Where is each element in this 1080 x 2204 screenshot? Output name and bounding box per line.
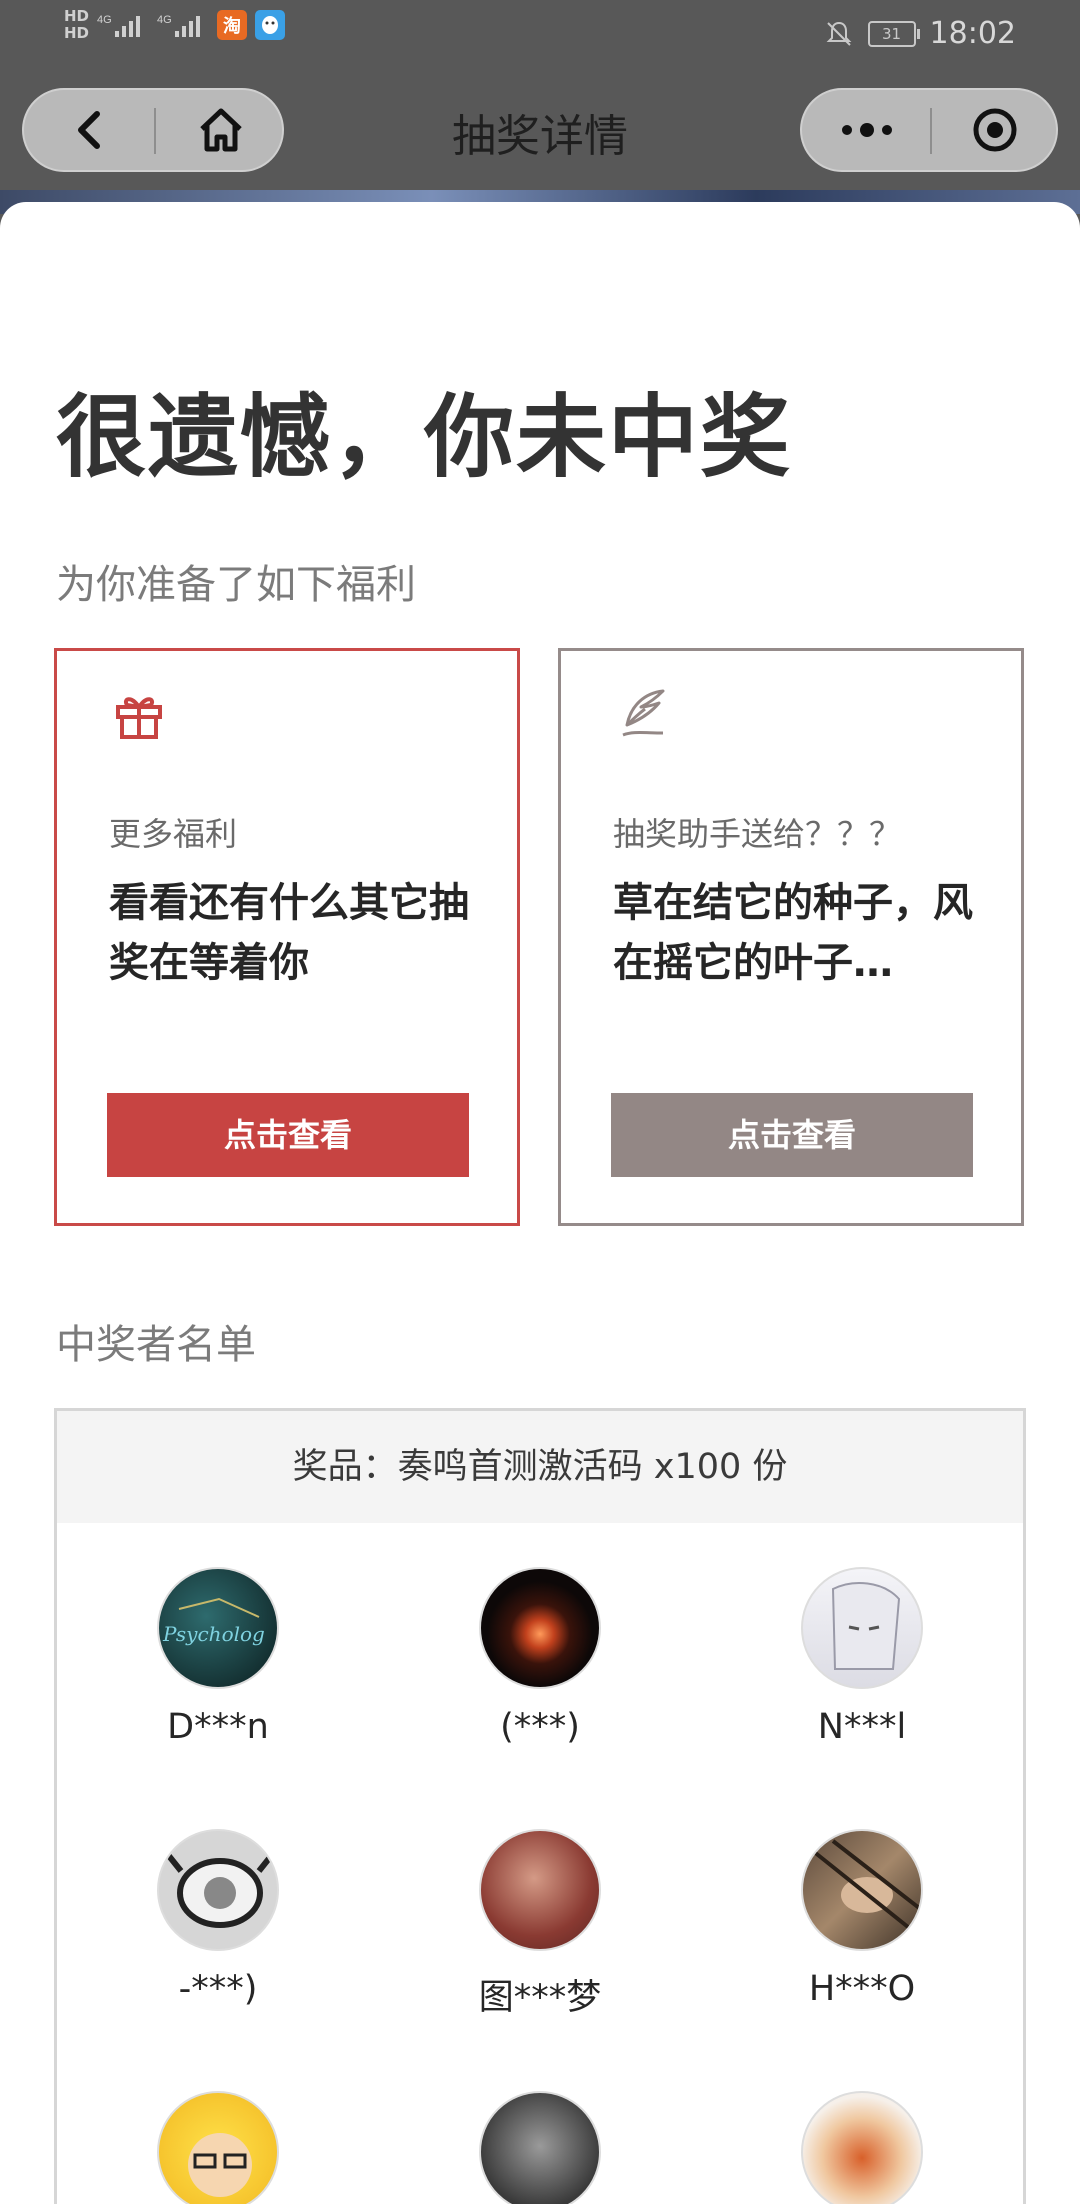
winner-item[interactable]: H***O — [701, 1829, 1023, 2009]
more-dots-icon — [842, 123, 892, 137]
qq-icon — [255, 10, 286, 40]
winner-name: 图***梦 — [478, 1978, 602, 2018]
nav-capsule-right — [800, 88, 1058, 172]
result-sheet: 很遗憾，你未中奖 为你准备了如下福利 更多福利 看看还有什么其它抽奖在等着你 点… — [0, 202, 1080, 2204]
status-left: HD HD 4G 4G 淘 — [64, 8, 286, 42]
winner-name: D***n — [167, 1707, 269, 1747]
net2-label: 4G — [157, 14, 172, 26]
winners-label: 中奖者名单 — [56, 1322, 256, 1368]
svg-text:Psycholog: Psycholog — [162, 1622, 265, 1646]
more-button[interactable] — [802, 90, 932, 170]
mute-bell-icon — [826, 21, 851, 46]
card-subtitle: 抽奖助手送给？？？ — [613, 815, 902, 853]
winner-name: H***O — [808, 1969, 916, 2009]
net1-label: 4G — [97, 14, 112, 26]
hd-indicators: HD HD — [64, 8, 89, 42]
winner-item[interactable] — [701, 2091, 1023, 2204]
avatar — [801, 1829, 923, 1951]
winners-list: 奖品：奏鸣首测激活码 x100 份 Psycholog D***n (***) — [54, 1408, 1026, 2204]
avatar — [157, 1829, 279, 1951]
winner-item[interactable] — [379, 2091, 701, 2204]
battery-icon: 31 — [867, 20, 920, 47]
avatar — [479, 2091, 601, 2204]
status-bar: HD HD 4G 4G 淘 31 18:02 — [0, 0, 1080, 68]
gift-icon — [116, 697, 162, 739]
prize-banner: 奖品：奏鸣首测激活码 x100 份 — [57, 1411, 1023, 1523]
avatar — [801, 1567, 923, 1689]
result-headline: 很遗憾，你未中奖 — [56, 384, 792, 490]
avatar — [801, 2091, 923, 2204]
winner-item[interactable] — [57, 2091, 379, 2204]
taobao-icon: 淘 — [217, 10, 248, 40]
clock: 18:02 — [929, 16, 1016, 51]
target-icon — [973, 108, 1017, 152]
lottery-detail-screen: HD HD 4G 4G 淘 31 18:02 抽奖详情 很遗憾，你未中奖 为你准… — [0, 0, 1080, 2204]
winner-item[interactable]: -***) — [57, 1829, 379, 2009]
signal-4g-icon: 4G — [97, 14, 141, 37]
card-body: 草在结它的种子，风在摇它的叶子… — [613, 880, 973, 986]
winner-name: -***) — [178, 1969, 258, 2009]
card-body: 看看还有什么其它抽奖在等着你 — [109, 880, 469, 986]
hd-top-label: HD — [64, 7, 90, 25]
avatar — [157, 2091, 279, 2204]
nav-bar: 抽奖详情 — [0, 68, 1080, 192]
hd-bottom-label: HD — [64, 24, 90, 42]
benefits-label: 为你准备了如下福利 — [56, 562, 416, 608]
avatar — [479, 1567, 601, 1689]
avatar — [479, 1829, 601, 1951]
winner-item[interactable]: 图***梦 — [379, 1829, 701, 2020]
assistant-gift-card[interactable]: 抽奖助手送给？？？ 草在结它的种子，风在摇它的叶子… 点击查看 — [558, 648, 1024, 1226]
more-benefits-card[interactable]: 更多福利 看看还有什么其它抽奖在等着你 点击查看 — [54, 648, 520, 1226]
status-right: 31 18:02 — [824, 16, 1016, 51]
close-miniapp-button[interactable] — [930, 90, 1060, 170]
feather-icon — [622, 689, 665, 737]
winner-item[interactable]: Psycholog D***n — [57, 1567, 379, 1747]
winner-item[interactable]: N***l — [701, 1567, 1023, 1747]
winner-name: N***l — [817, 1707, 907, 1747]
avatar: Psycholog — [157, 1567, 279, 1689]
card-subtitle: 更多福利 — [109, 815, 238, 853]
signal-4g-icon-2: 4G — [157, 14, 201, 37]
view-more-benefits-button[interactable]: 点击查看 — [107, 1093, 469, 1177]
winner-name: (***) — [500, 1707, 580, 1747]
winner-item[interactable]: (***) — [379, 1567, 701, 1747]
view-gift-button[interactable]: 点击查看 — [611, 1093, 973, 1177]
